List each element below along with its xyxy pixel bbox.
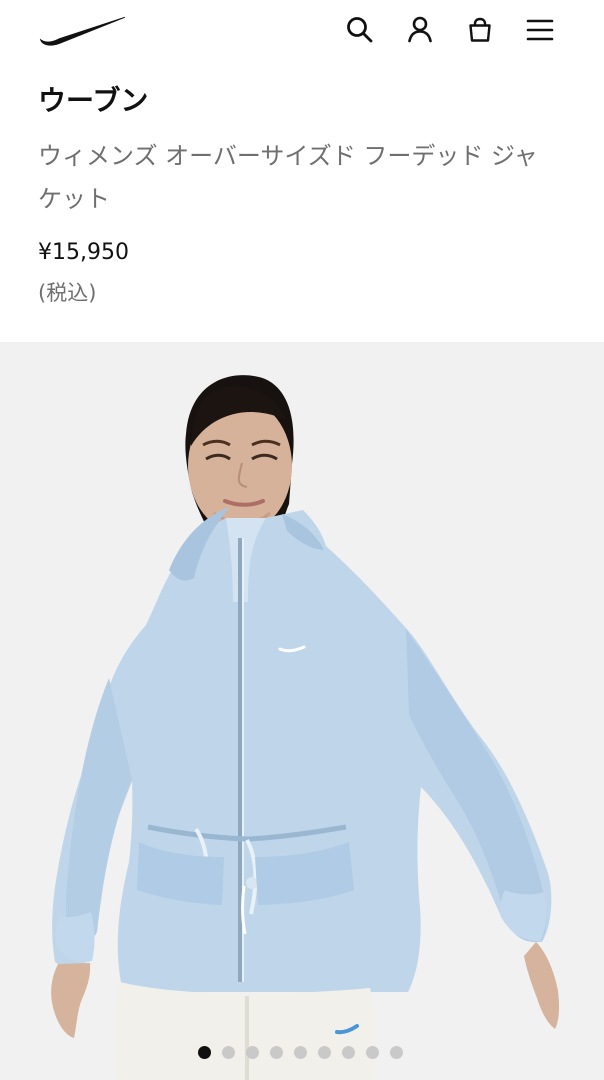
- gallery-dot-4[interactable]: [270, 1046, 283, 1059]
- header-actions: [342, 12, 558, 48]
- product-subtitle: ウィメンズ オーバーサイズド フーデッド ジャケット: [38, 141, 538, 213]
- gallery-dot-6[interactable]: [318, 1046, 331, 1059]
- gallery-dot-5[interactable]: [294, 1046, 307, 1059]
- search-icon[interactable]: [342, 12, 378, 48]
- gallery-dot-7[interactable]: [342, 1046, 355, 1059]
- product-price: ¥15,950: [38, 240, 129, 266]
- product-model-image: [0, 342, 604, 1080]
- product-title: ウーブン: [38, 84, 149, 117]
- nike-logo-icon[interactable]: [36, 12, 128, 48]
- bag-icon[interactable]: [462, 12, 498, 48]
- product-info: ウーブン ウィメンズ オーバーサイズド フーデッド ジャケット ¥15,950 …: [0, 64, 604, 342]
- gallery-dot-1[interactable]: [198, 1046, 211, 1059]
- gallery-dot-8[interactable]: [366, 1046, 379, 1059]
- account-icon[interactable]: [402, 12, 438, 48]
- gallery-dot-9[interactable]: [390, 1046, 403, 1059]
- menu-icon[interactable]: [522, 12, 558, 48]
- top-navigation: [0, 0, 604, 64]
- product-image-gallery[interactable]: [0, 342, 604, 1080]
- tax-label: (税込): [38, 281, 97, 306]
- gallery-dot-3[interactable]: [246, 1046, 259, 1059]
- gallery-pagination[interactable]: [198, 1046, 403, 1059]
- gallery-dot-2[interactable]: [222, 1046, 235, 1059]
